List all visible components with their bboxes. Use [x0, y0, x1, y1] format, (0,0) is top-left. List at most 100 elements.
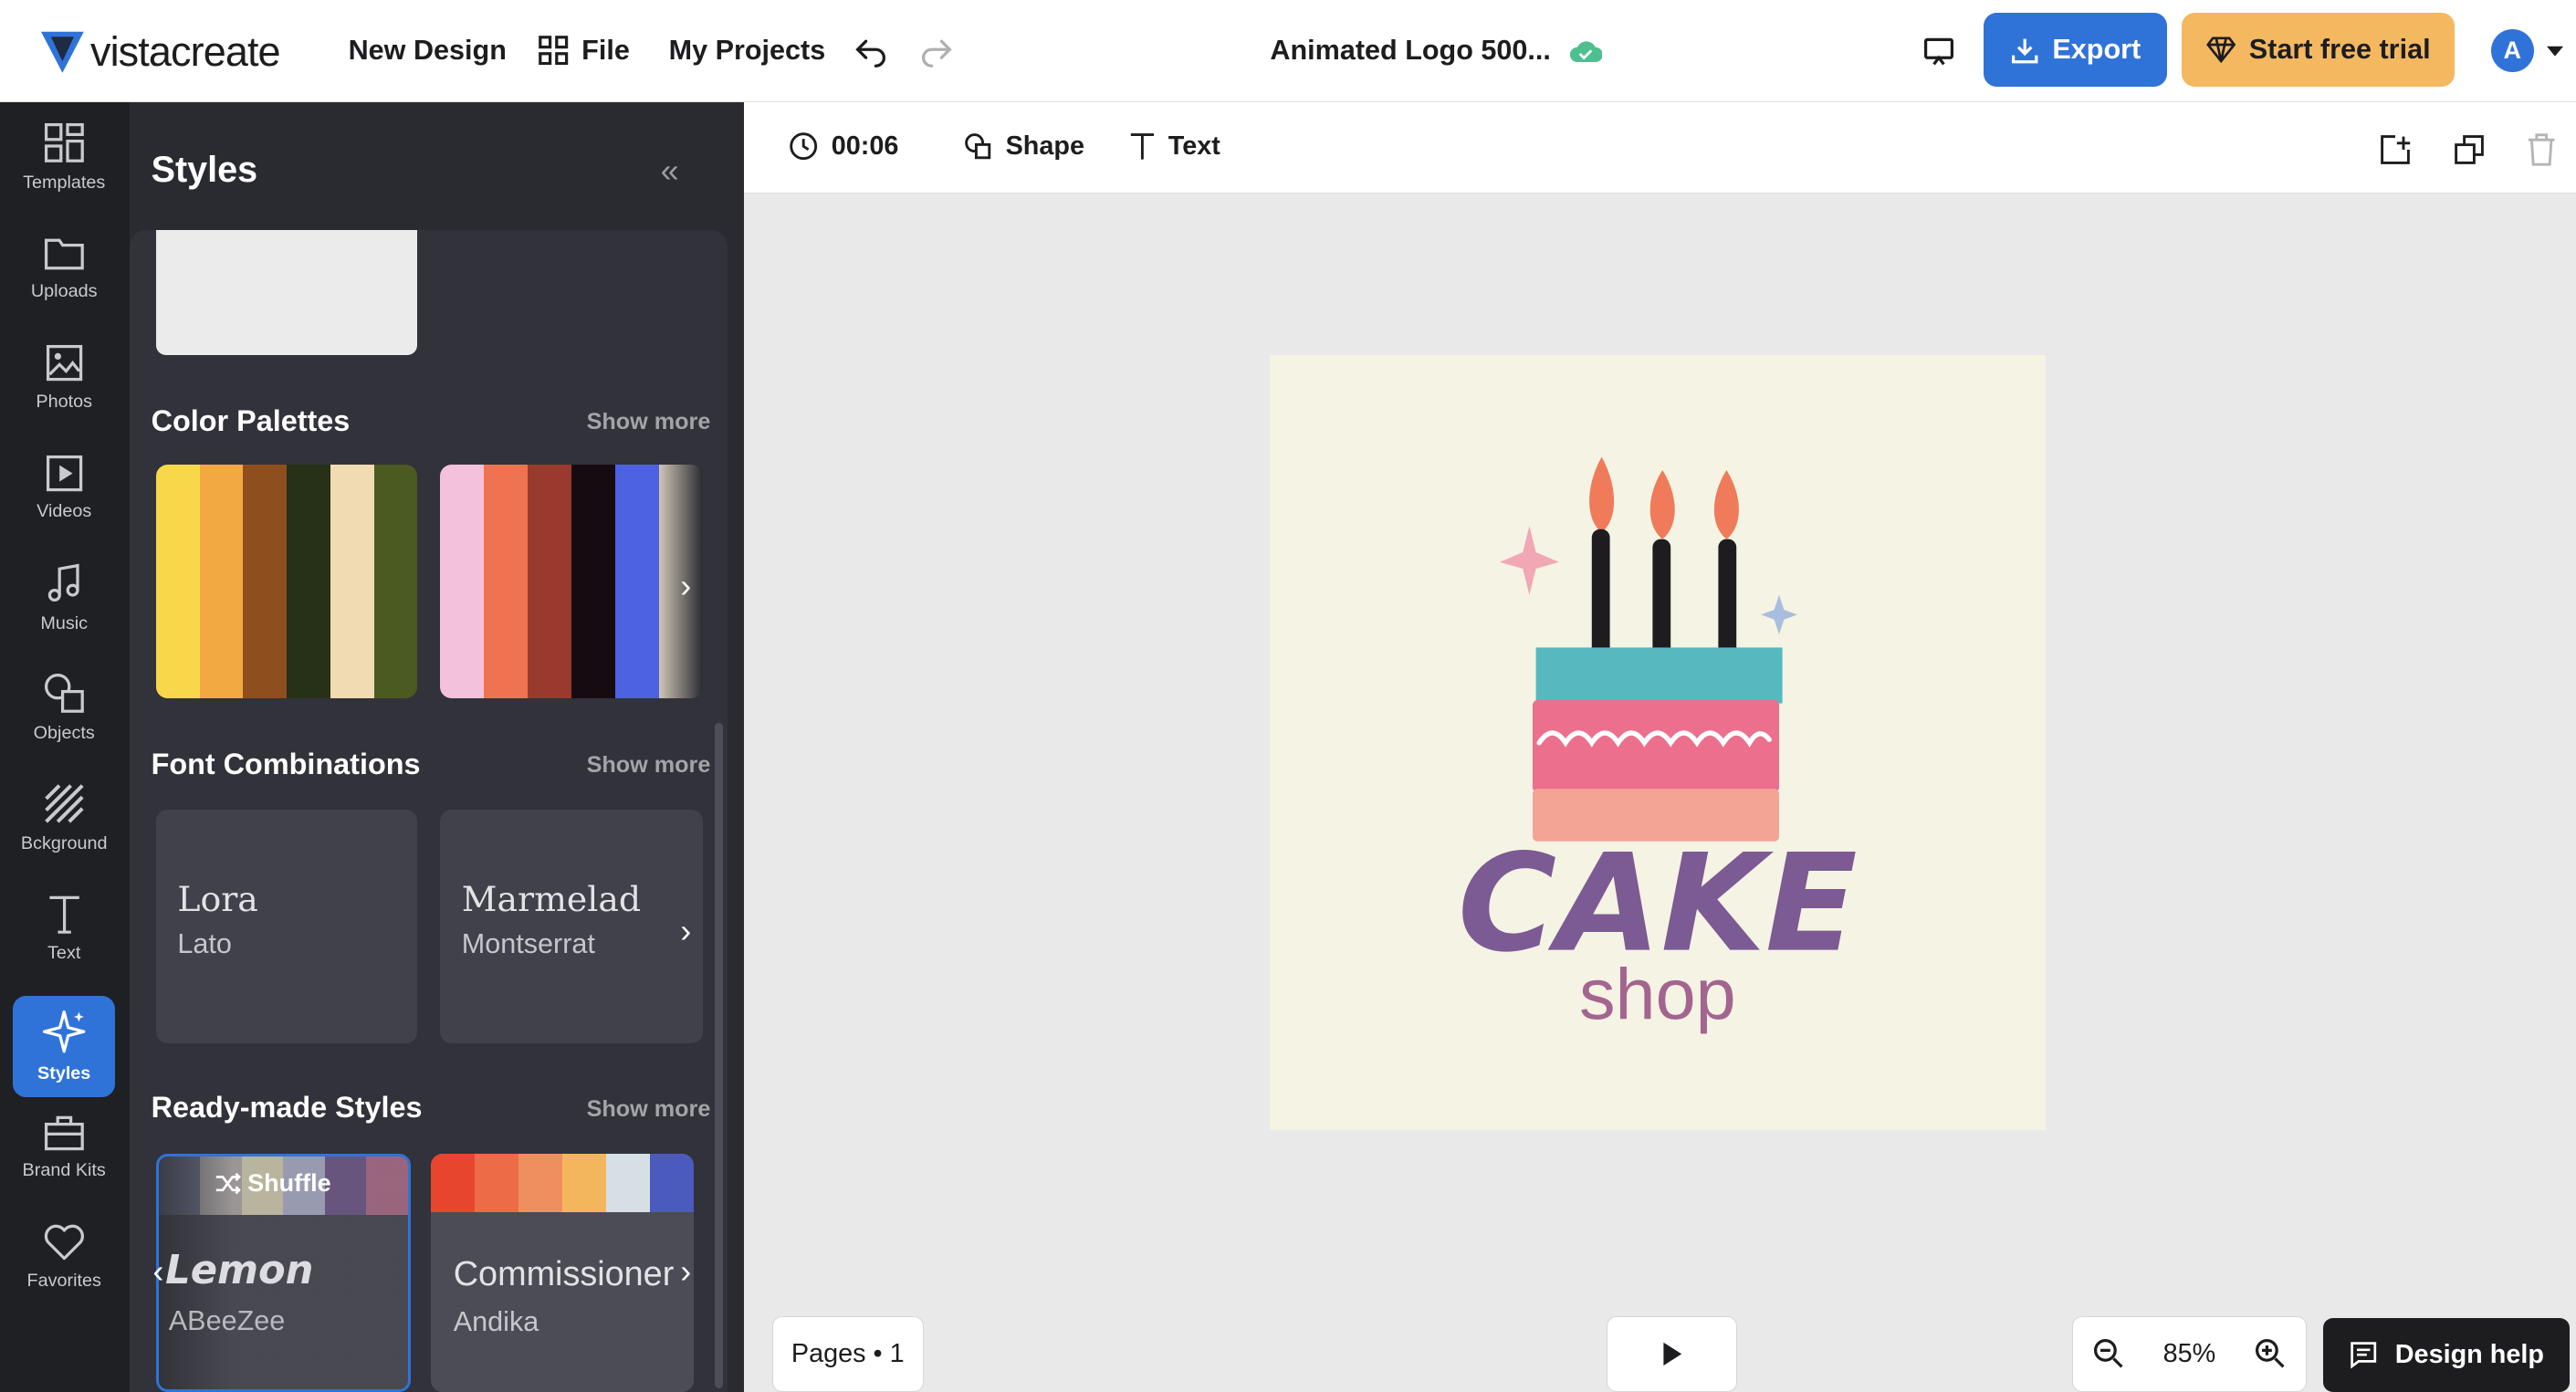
text-button[interactable]: Text [1129, 131, 1220, 162]
text-tool-icon [1130, 133, 1154, 160]
duration-button[interactable]: 00:06 [789, 131, 898, 162]
zoom-control: 85% [2071, 1315, 2308, 1392]
sidebar-item-uploads[interactable]: Uploads [13, 217, 115, 319]
my-projects-button[interactable]: My Projects [669, 35, 826, 67]
shuffle-button[interactable]: Shuffle [215, 1168, 331, 1198]
present-icon[interactable] [1922, 35, 1955, 68]
new-design-button[interactable]: New Design [349, 35, 507, 67]
sidebar-item-music[interactable]: Music [13, 547, 115, 649]
brand-name: vistacreate [89, 27, 281, 75]
sidebar-item-photos[interactable]: Photos [13, 327, 115, 429]
sidebar-item-background[interactable]: Bckground [13, 768, 115, 870]
design-help-button[interactable]: Design help [2323, 1317, 2571, 1392]
ready-made-style-card[interactable]: Shuffle Lemon ABeeZee [155, 1153, 411, 1392]
palette-swatch [571, 465, 616, 698]
color-palette-card[interactable] [155, 465, 418, 698]
sidebar-item-text[interactable]: Text [13, 877, 115, 979]
export-button[interactable]: Export [1983, 13, 2168, 88]
redo-icon[interactable] [920, 35, 953, 68]
text-label: Text [1168, 131, 1220, 161]
sidebar-label-favorites: Favorites [26, 1270, 101, 1291]
sidebar-item-styles[interactable]: Styles [13, 995, 115, 1098]
video-icon [46, 455, 82, 492]
texture-background-card[interactable] [155, 229, 418, 355]
font-sub-name: Lato [177, 927, 232, 959]
vistacreate-logo[interactable]: vistacreate [41, 27, 281, 76]
export-label: Export [2052, 34, 2141, 66]
font-sub-name: Montserrat [461, 927, 595, 959]
palettes-next-chevron-icon[interactable]: › [680, 567, 691, 605]
design-canvas[interactable]: CAKE shop [1270, 354, 2046, 1131]
avatar[interactable]: A [2490, 29, 2534, 73]
collapse-panel-icon[interactable]: « [661, 152, 679, 190]
color-palettes-show-more[interactable]: Show more [587, 409, 711, 435]
logo-subtitle-text[interactable]: shop [1579, 953, 1736, 1034]
chevron-down-icon[interactable] [2547, 45, 2563, 58]
ready-made-style-card[interactable]: Commissioner Andika [430, 1153, 694, 1392]
music-icon [47, 563, 79, 602]
panel-title: Styles [151, 149, 258, 190]
font-combination-card[interactable]: Marmelad Montserrat [440, 810, 704, 1043]
palette-swatch [615, 465, 660, 698]
sidebar-label-background: Bckground [20, 832, 108, 853]
palette-swatch [528, 465, 572, 698]
palette-swatch [518, 1153, 562, 1213]
play-icon [1663, 1342, 1682, 1366]
file-menu-button[interactable]: File [539, 35, 630, 67]
font-main-name: Lora [177, 878, 258, 919]
font-combinations-title: Font Combinations [151, 747, 421, 780]
sidebar-label-videos: Videos [37, 501, 92, 522]
sidebar-label-objects: Objects [33, 723, 95, 744]
sidebar-item-templates[interactable]: Templates [13, 107, 115, 209]
download-icon [2011, 38, 2037, 64]
palette-swatch [243, 465, 288, 698]
folder-icon [44, 238, 84, 270]
palette-swatch [199, 465, 244, 698]
color-palettes-title: Color Palettes [151, 403, 351, 437]
palette-swatch [484, 465, 529, 698]
zoom-out-icon[interactable] [2092, 1337, 2125, 1370]
top-bar: vistacreate New Design File My Projects … [0, 0, 2576, 102]
shape-icon [964, 133, 991, 160]
sidebar-item-objects[interactable]: Objects [13, 657, 115, 759]
palette-swatch [561, 1153, 606, 1213]
sidebar-label-text: Text [47, 943, 81, 964]
zoom-in-icon[interactable] [2254, 1337, 2287, 1370]
font-main-name: Marmelad [461, 878, 642, 919]
styles-prev-chevron-icon[interactable]: ‹ [152, 1252, 163, 1291]
font-combination-card[interactable]: Lora Lato [155, 810, 418, 1043]
sidebar-item-brand-kits[interactable]: Brand Kits [13, 1096, 115, 1198]
undo-icon[interactable] [854, 35, 887, 68]
design-help-label: Design help [2394, 1339, 2544, 1369]
palette-swatch [330, 465, 374, 698]
trash-icon[interactable] [2527, 133, 2556, 166]
start-free-trial-button[interactable]: Start free trial [2182, 13, 2456, 88]
document-title[interactable]: Animated Logo 500... [1270, 35, 1551, 67]
sparkle-icon [1500, 525, 1560, 595]
briefcase-icon [44, 1115, 84, 1151]
shape-button[interactable]: Shape [963, 131, 1084, 162]
add-page-icon[interactable] [2379, 133, 2412, 166]
font-combinations-show-more[interactable]: Show more [587, 752, 711, 779]
style-palette [430, 1153, 694, 1213]
ready-made-styles-show-more[interactable]: Show more [587, 1096, 711, 1123]
panel-scrollbar[interactable] [714, 722, 723, 1388]
color-palette-card[interactable] [440, 465, 704, 698]
palette-swatch [430, 1153, 475, 1213]
sidebar-item-favorites[interactable]: Favorites [13, 1206, 115, 1308]
shuffle-label: Shuffle [247, 1168, 331, 1197]
zoom-level[interactable]: 85% [2163, 1339, 2216, 1369]
sidebar-item-videos[interactable]: Videos [13, 437, 115, 539]
sidebar-label-photos: Photos [36, 391, 92, 412]
sparkle-icon [42, 1010, 86, 1053]
ready-made-styles-title: Ready-made Styles [151, 1091, 423, 1125]
cake-logo-artwork[interactable]: CAKE shop [1270, 355, 2046, 1131]
play-button[interactable] [1607, 1315, 1737, 1392]
fonts-next-chevron-icon[interactable]: › [680, 912, 691, 950]
sparkle-icon [1761, 594, 1798, 634]
duplicate-icon[interactable] [2453, 133, 2486, 166]
styles-next-chevron-icon[interactable]: › [680, 1252, 691, 1291]
style-main-font: Commissioner [453, 1255, 675, 1294]
sidebar-label-music: Music [40, 612, 89, 633]
pages-button[interactable]: Pages • 1 [772, 1315, 924, 1392]
